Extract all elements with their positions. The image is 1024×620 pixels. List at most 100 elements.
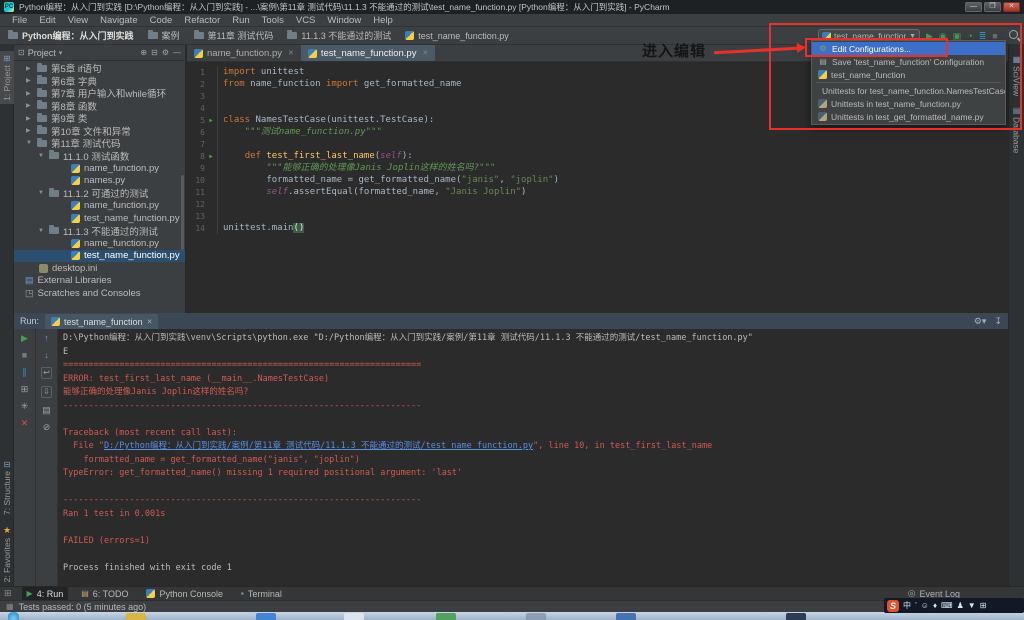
project-tree-item[interactable]: ▼11.1.2 可通过的测试 — [14, 187, 185, 200]
project-tree-item[interactable]: test_name_function.py — [14, 212, 185, 225]
menu-item-unittests-for-test-name-function-namestestcase[interactable]: Unittests for test_name_function.NamesTe… — [812, 84, 1005, 97]
person-icon[interactable]: ♟ — [957, 600, 964, 612]
project-tree-item[interactable]: ▶第9章 类 — [14, 112, 185, 125]
taskbar-app-icon[interactable] — [256, 613, 276, 620]
menu-item-edit-configurations[interactable]: ⚙Edit Configurations... — [812, 42, 1005, 55]
breadcrumb-item[interactable]: Python编程：从入门到实践 — [8, 29, 134, 42]
project-tree-item[interactable]: ▶第5章 if语句 — [14, 62, 185, 75]
project-tree-item[interactable]: ▶第8章 函数 — [14, 100, 185, 113]
options-icon[interactable]: ✳ — [21, 401, 29, 411]
project-tree-item[interactable]: name_function.py — [14, 237, 185, 250]
ime-mode-icon[interactable]: 中 — [903, 600, 911, 612]
project-tree-item[interactable]: ▤External Libraries — [14, 275, 185, 288]
database-tab[interactable]: ▤Database — [1009, 106, 1024, 153]
project-tree-item[interactable]: desktop.ini — [14, 262, 185, 275]
run-tab[interactable]: test_name_function ✕ — [45, 314, 158, 329]
up-stacktrace-icon[interactable]: ↑ — [44, 333, 49, 343]
settings-icon[interactable]: ⚙ — [162, 48, 169, 57]
menu-tools[interactable]: Tools — [256, 15, 290, 26]
close-button[interactable]: ✕ — [1003, 2, 1020, 12]
menu-item-save-test-name-function-configuration[interactable]: ▤Save 'test_name_function' Configuration — [812, 55, 1005, 68]
menu-item-test-name-function[interactable]: test_name_function — [812, 68, 1005, 81]
toolwindow-button-4-run[interactable]: ▶4: Run — [22, 587, 69, 600]
editor-tab-test-name-function-py[interactable]: test_name_function.py✕ — [301, 45, 435, 61]
menu-window[interactable]: Window — [321, 15, 367, 26]
emoticon-icon[interactable]: ☺ — [921, 600, 929, 612]
chevron-down-icon[interactable]: ▾ — [59, 49, 63, 57]
project-tree-item[interactable]: name_function.py — [14, 162, 185, 175]
project-tree-item[interactable]: ▶第6章 字典 — [14, 75, 185, 88]
sciview-tab[interactable]: ▦SciView — [1009, 55, 1024, 96]
taskbar-app-icon[interactable] — [436, 613, 456, 620]
close-icon[interactable]: ✕ — [147, 318, 153, 326]
chevron-right-icon[interactable]: ▶ — [26, 77, 33, 84]
editor-tab-name-function-py[interactable]: name_function.py✕ — [187, 45, 301, 61]
chevron-down-icon[interactable]: ▼ — [38, 190, 45, 196]
wardrobe-icon[interactable]: ▼ — [968, 600, 976, 612]
search-icon[interactable] — [1009, 30, 1018, 39]
maximize-button[interactable]: ❐ — [984, 2, 1001, 12]
project-tree-item[interactable]: ◳Scratches and Consoles — [14, 287, 185, 300]
structure-tab[interactable]: ⊟7: Structure — [2, 460, 12, 515]
project-tree-item[interactable]: ▼11.1.3 不能通过的测试 — [14, 225, 185, 238]
grid-icon[interactable]: ⊞ — [980, 600, 987, 612]
project-tree-item[interactable]: test_name_function.py — [14, 250, 185, 263]
close-icon[interactable]: ✕ — [422, 49, 428, 57]
down-stacktrace-icon[interactable]: ↓ — [44, 350, 49, 360]
close-icon[interactable]: ✕ — [21, 418, 29, 428]
sidebar-tab-project[interactable]: ⊞ 1: Project — [0, 51, 14, 104]
project-tree-item[interactable]: ▼第11章 测试代码 — [14, 137, 185, 150]
chevron-down-icon[interactable]: ▼ — [26, 140, 33, 146]
project-tree-item[interactable]: name_function.py — [14, 200, 185, 213]
hide-panel-icon[interactable]: — — [173, 48, 181, 57]
file-link[interactable]: D:/Python编程：从入门到实践/案例/第11章 测试代码/11.1.3 不… — [104, 441, 533, 451]
hide-panel-icon[interactable]: ↧ — [994, 316, 1002, 327]
chevron-right-icon[interactable]: ▶ — [26, 102, 33, 109]
punctuation-icon[interactable]: ’ — [915, 600, 917, 612]
toolwindow-button-6-todo[interactable]: ▤6: TODO — [76, 587, 133, 600]
locate-file-icon[interactable]: ⊕ — [140, 48, 147, 57]
stop-icon[interactable]: ■ — [22, 350, 27, 360]
toolwindow-button-terminal[interactable]: ▪Terminal — [236, 587, 287, 600]
chevron-right-icon[interactable]: ▶ — [26, 115, 33, 122]
menu-vcs[interactable]: VCS — [290, 15, 322, 26]
clear-all-icon[interactable]: ⊘ — [43, 422, 51, 432]
menu-run[interactable]: Run — [226, 15, 255, 26]
taskbar-app-icon[interactable] — [344, 613, 364, 620]
rerun-icon[interactable]: ▶ — [21, 333, 28, 343]
print-icon[interactable]: ▤ — [42, 405, 51, 415]
restore-layout-icon[interactable]: ⊞ — [21, 384, 29, 394]
minimize-button[interactable]: — — [965, 2, 982, 12]
menu-refactor[interactable]: Refactor — [178, 15, 226, 26]
breadcrumb-item[interactable]: 第11章 测试代码 — [194, 29, 274, 42]
breadcrumb-item[interactable]: 11.1.3 不能通过的测试 — [287, 29, 391, 42]
taskbar-app-icon[interactable] — [786, 613, 806, 620]
toolwindow-button-python-console[interactable]: Python Console — [141, 587, 228, 600]
run-line-icon[interactable]: ▶ — [205, 117, 217, 124]
chevron-right-icon[interactable]: ▶ — [26, 65, 33, 72]
taskbar-app-icon[interactable] — [126, 613, 146, 620]
microphone-icon[interactable]: ♦ — [933, 600, 937, 612]
pause-output-icon[interactable]: ∥ — [22, 367, 27, 377]
start-button[interactable] — [8, 612, 19, 620]
keyboard-icon[interactable]: ⌨ — [941, 600, 953, 612]
windows-taskbar[interactable] — [0, 612, 1024, 620]
chevron-down-icon[interactable]: ▼ — [38, 153, 45, 159]
breadcrumb-item[interactable]: test_name_function.py — [405, 31, 509, 41]
menu-edit[interactable]: Edit — [33, 15, 61, 26]
breadcrumb-item[interactable]: 案例 — [148, 29, 180, 42]
chevron-down-icon[interactable]: ▼ — [38, 228, 45, 234]
taskbar-app-icon[interactable] — [526, 613, 546, 620]
taskbar-app-icon[interactable] — [616, 613, 636, 620]
menu-file[interactable]: File — [6, 15, 33, 26]
run-line-icon[interactable]: ▶ — [205, 153, 217, 160]
soft-wrap-icon[interactable]: ↩ — [41, 367, 52, 379]
chevron-right-icon[interactable]: ▶ — [26, 90, 33, 97]
project-tree-item[interactable]: ▶第7章 用户输入和while循环 — [14, 87, 185, 100]
project-tree-item[interactable]: names.py — [14, 175, 185, 188]
menu-navigate[interactable]: Navigate — [94, 15, 144, 26]
menu-item-unittests-in-test-name-function-py[interactable]: Unittests in test_name_function.py — [812, 97, 1005, 110]
favorites-tab[interactable]: ★2: Favorites — [2, 525, 12, 582]
run-console[interactable]: D:\Python编程：从入门到实践\venv\Scripts\python.e… — [58, 329, 1008, 586]
settings-icon[interactable]: ⚙▾ — [974, 316, 987, 327]
